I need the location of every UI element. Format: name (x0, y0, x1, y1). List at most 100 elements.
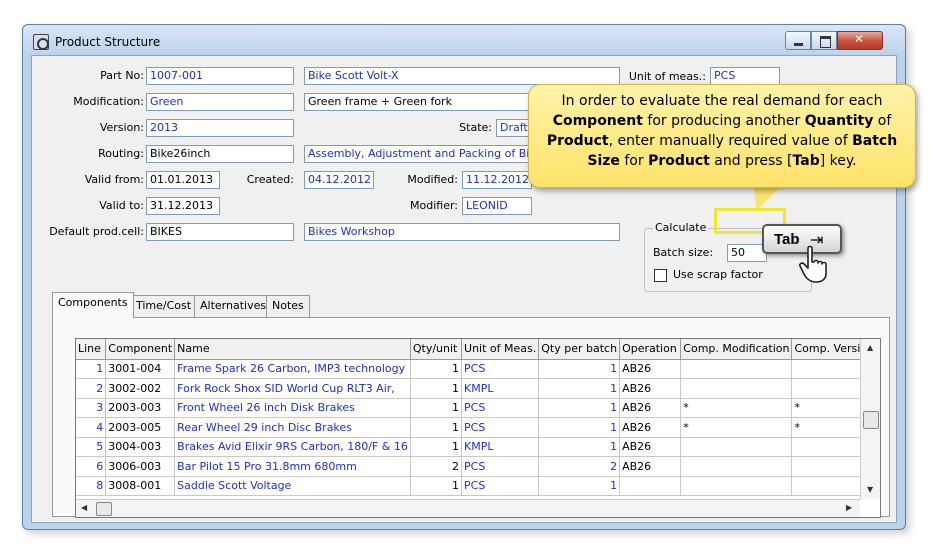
version-field[interactable]: 2013 (146, 119, 294, 137)
table-cell[interactable]: PCS (461, 417, 540, 438)
modifier-field[interactable]: LEONID (462, 197, 532, 215)
table-row[interactable]: 2 3002-002 Fork Rock Shox SID World Cup RL… (76, 378, 880, 399)
table-cell[interactable]: 1 (410, 359, 463, 379)
table-cell[interactable]: Front Wheel 26 inch Disk Brakes (174, 398, 411, 418)
table-cell[interactable]: 1 (410, 476, 463, 496)
uom-field[interactable]: PCS (710, 67, 780, 85)
table-cell[interactable]: 1 (538, 476, 621, 496)
table-cell[interactable]: Fork Rock Shox SID World Cup RLT3 Air, (174, 378, 411, 399)
valid-from-field[interactable]: 01.01.2013 (146, 171, 220, 189)
table-cell[interactable] (680, 437, 793, 457)
table-row[interactable]: 6 3006-003 Bar Pilot 15 Pro 31.8mm 680mm 2 P… (76, 456, 880, 477)
tab-notes[interactable]: Notes (266, 295, 310, 317)
prod-cell-field[interactable]: BIKES (146, 223, 294, 241)
table-cell[interactable]: Rear Wheel 29 inch Disc Brakes (174, 417, 411, 438)
col-line[interactable]: Line (76, 339, 107, 360)
table-cell[interactable]: 2003-005 (105, 417, 176, 438)
col-unit-of-meas[interactable]: Unit of Meas. (461, 339, 540, 360)
scroll-down-icon[interactable]: ▼ (867, 485, 873, 494)
table-row[interactable]: 3 2003-003 Front Wheel 26 inch Disk Brakes… (76, 398, 880, 418)
table-cell[interactable]: 2 (538, 456, 621, 477)
table-cell[interactable]: Saddle Scott Voltage (174, 476, 411, 496)
col-component[interactable]: Component (105, 339, 176, 360)
col-comp-modification[interactable]: Comp. Modification (680, 339, 793, 360)
vertical-scroll-thumb[interactable] (863, 411, 879, 429)
table-cell[interactable]: * (680, 398, 793, 418)
table-cell[interactable]: AB26 (619, 378, 682, 399)
table-cell[interactable]: 3 (76, 398, 107, 418)
table-cell[interactable]: * (680, 417, 793, 438)
horizontal-scroll-thumb[interactable] (96, 502, 112, 516)
scroll-left-icon[interactable]: ◀ (81, 503, 87, 512)
minimize-button[interactable] (785, 31, 811, 50)
col-qty-unit[interactable]: Qty/unit (410, 339, 463, 360)
table-cell[interactable]: PCS (461, 456, 540, 477)
col-name[interactable]: Name (174, 339, 411, 360)
table-cell[interactable]: 1 (410, 398, 463, 418)
tab-time-cost[interactable]: Time/Cost (130, 295, 198, 317)
table-cell[interactable]: Frame Spark 26 Carbon, IMP3 technology (174, 359, 411, 379)
title-bar[interactable]: Product Structure (23, 25, 905, 55)
col-operation[interactable]: Operation (619, 339, 682, 360)
table-cell[interactable] (680, 378, 793, 399)
modified-field[interactable]: 11.12.2012 (462, 171, 532, 189)
table-cell[interactable]: PCS (461, 398, 540, 418)
table-cell[interactable]: 3002-002 (105, 378, 176, 399)
close-button[interactable] (837, 31, 883, 50)
table-cell[interactable]: 1 (410, 417, 463, 438)
table-cell[interactable]: 8 (76, 476, 107, 496)
valid-to-field[interactable]: 31.12.2013 (146, 197, 220, 215)
scroll-up-icon[interactable]: ▲ (867, 343, 873, 352)
modification-field[interactable]: Green (146, 93, 294, 111)
table-cell[interactable] (619, 476, 682, 496)
table-cell[interactable]: 1 (76, 359, 107, 379)
table-cell[interactable]: KMPL (461, 378, 540, 399)
table-cell[interactable]: 1 (538, 359, 621, 379)
table-cell[interactable]: Bar Pilot 15 Pro 31.8mm 680mm (174, 456, 411, 477)
vertical-scrollbar[interactable]: ▲ ▼ (860, 339, 880, 499)
table-cell[interactable]: 3006-003 (105, 456, 176, 477)
table-cell[interactable] (680, 359, 793, 379)
table-cell[interactable]: 1 (538, 437, 621, 457)
batch-size-input[interactable]: 50 (727, 244, 767, 262)
table-cell[interactable]: 1 (410, 378, 463, 399)
table-cell[interactable]: 2 (410, 456, 463, 477)
prod-cell-desc-field[interactable]: Bikes Workshop (304, 223, 620, 241)
table-cell[interactable]: 1 (538, 417, 621, 438)
modification-desc-field[interactable]: Green frame + Green fork (304, 93, 560, 111)
horizontal-scrollbar[interactable]: ◀ ▶ (76, 499, 860, 517)
table-cell[interactable]: AB26 (619, 417, 682, 438)
table-cell[interactable] (680, 456, 793, 477)
tab-components[interactable]: Components (52, 292, 134, 318)
table-cell[interactable] (680, 476, 793, 496)
col-qty-per-batch[interactable]: Qty per batch (538, 339, 621, 360)
created-field[interactable]: 04.12.2012 (304, 171, 374, 189)
table-cell[interactable]: Brakes Avid Elixir 9RS Carbon, 180/F & 1… (174, 437, 411, 457)
table-cell[interactable]: 6 (76, 456, 107, 477)
table-cell[interactable]: 1 (410, 437, 463, 457)
table-cell[interactable]: PCS (461, 359, 540, 379)
maximize-button[interactable] (811, 31, 837, 50)
table-cell[interactable]: KMPL (461, 437, 540, 457)
table-cell[interactable]: 3004-003 (105, 437, 176, 457)
scroll-right-icon[interactable]: ▶ (846, 503, 852, 512)
routing-field[interactable]: Bike26inch (146, 145, 294, 163)
table-cell[interactable]: 1 (538, 398, 621, 418)
table-cell[interactable]: 5 (76, 437, 107, 457)
table-row[interactable]: 4 2003-005 Rear Wheel 29 inch Disc Brakes 1… (76, 417, 880, 438)
table-cell[interactable]: 3008-001 (105, 476, 176, 496)
table-cell[interactable]: PCS (461, 476, 540, 496)
table-cell[interactable]: AB26 (619, 437, 682, 457)
table-cell[interactable]: 2 (76, 378, 107, 399)
part-name-field[interactable]: Bike Scott Volt-X (304, 67, 620, 85)
table-row[interactable]: 1 3001-004 Frame Spark 26 Carbon, IMP3 tec… (76, 359, 880, 379)
table-cell[interactable]: 4 (76, 417, 107, 438)
table-row[interactable]: 5 3004-003 Brakes Avid Elixir 9RS Carbon, … (76, 437, 880, 457)
routing-desc-field[interactable]: Assembly, Adjustment and Packing of Bike… (304, 145, 560, 163)
table-cell[interactable]: 1 (538, 378, 621, 399)
part-no-field[interactable]: 1007-001 (146, 67, 294, 85)
table-cell[interactable]: AB26 (619, 456, 682, 477)
table-cell[interactable]: 2003-003 (105, 398, 176, 418)
scrap-factor-checkbox[interactable] (654, 269, 667, 282)
table-cell[interactable]: AB26 (619, 359, 682, 379)
